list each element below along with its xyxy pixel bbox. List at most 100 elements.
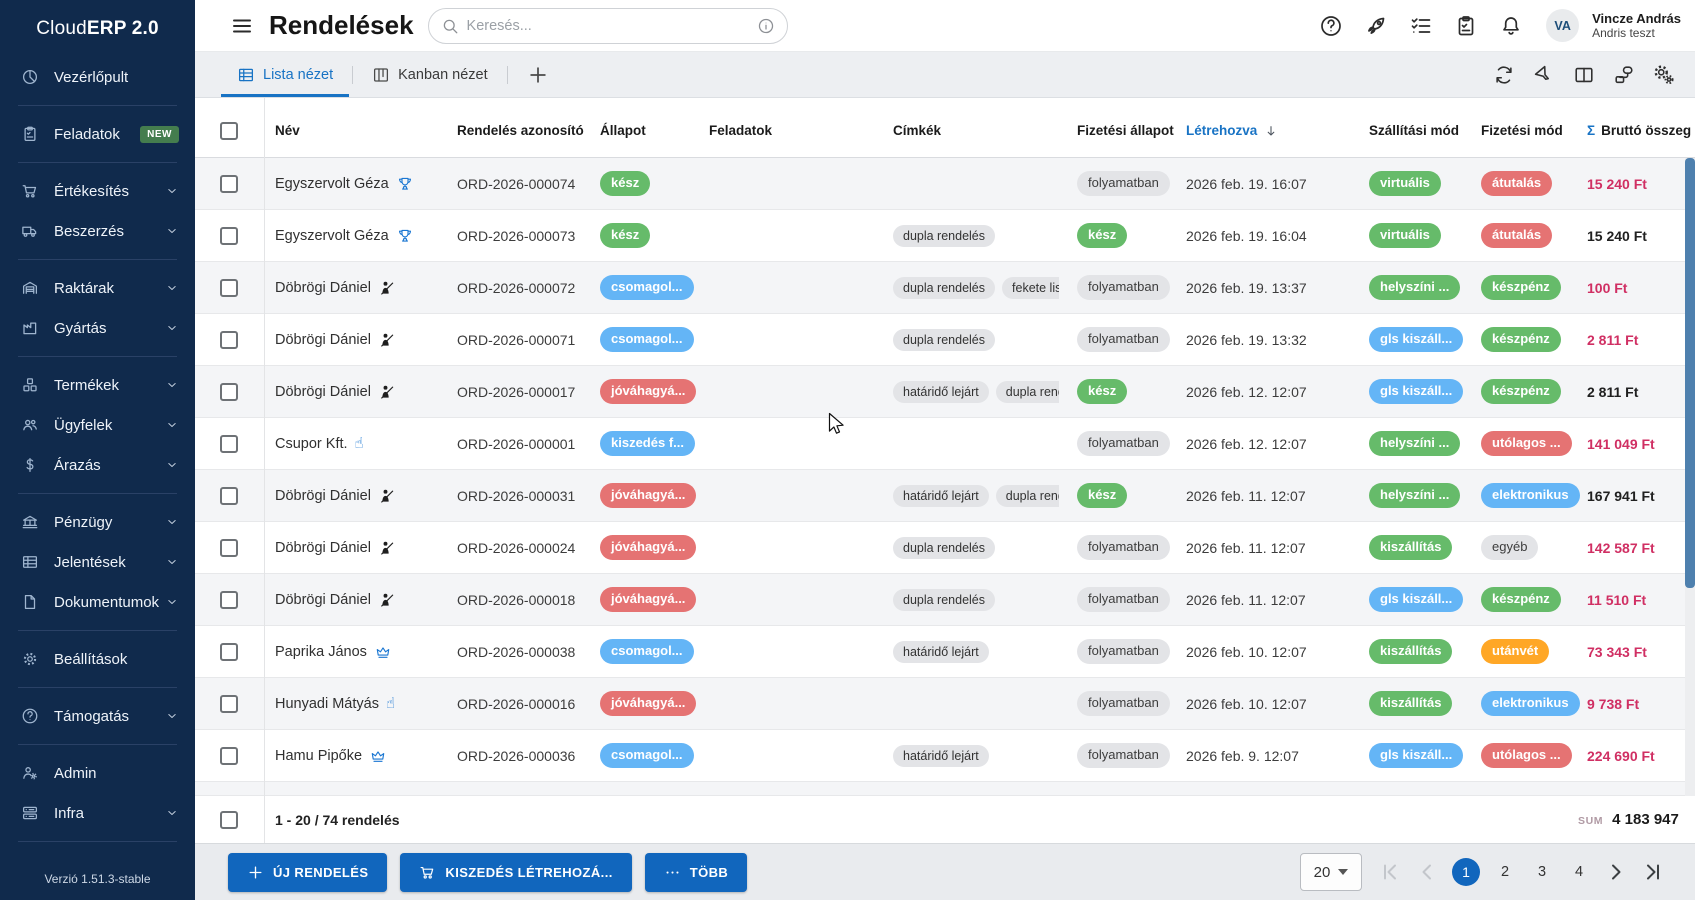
add-view-button[interactable] <box>523 60 553 90</box>
row-checkbox[interactable] <box>220 590 238 609</box>
refresh-icon[interactable] <box>1493 64 1515 86</box>
next-page-icon[interactable] <box>1604 860 1628 884</box>
column-header-fizetesi-mod[interactable]: Fizetési mód <box>1470 123 1576 138</box>
page-button-1[interactable]: 1 <box>1452 858 1480 886</box>
row-checkbox[interactable] <box>220 278 238 297</box>
page-button-4[interactable]: 4 <box>1567 864 1591 880</box>
customer-name: Hamu Pipőke <box>275 747 363 764</box>
sidebar-item-penzugy[interactable]: Pénzügy <box>0 502 195 542</box>
checklist-icon[interactable] <box>1409 14 1433 38</box>
table-row[interactable]: Hunyadi Mátyás ☝ ORD-2026-000016 jóváhagyá.… <box>195 678 1695 730</box>
rocket-icon[interactable] <box>1364 14 1388 38</box>
sidebar-item-termekek[interactable]: Termékek <box>0 365 195 405</box>
create-picking-label: KISZEDÉS LÉTREHOZÁ... <box>445 864 613 880</box>
search-input[interactable] <box>466 17 757 34</box>
help-icon[interactable] <box>1319 14 1343 38</box>
sidebar-item-raktarak[interactable]: Raktárak <box>0 268 195 308</box>
order-id: ORD-2026-000071 <box>457 331 576 348</box>
row-checkbox[interactable] <box>220 330 238 349</box>
column-header-brutto-osszeg[interactable]: Σ Bruttó összeg <box>1576 123 1695 138</box>
page-size-select[interactable]: 20 <box>1300 853 1362 891</box>
column-header-cimkek[interactable]: Címkék <box>882 123 1066 138</box>
row-checkbox[interactable] <box>220 174 238 193</box>
page-button-2[interactable]: 2 <box>1493 864 1517 880</box>
table-row[interactable]: Döbrögi Dániel ORD-2026-000031 jóváhagyá..… <box>195 470 1695 522</box>
sidebar-item-arazas[interactable]: Árazás <box>0 445 195 485</box>
search-box[interactable] <box>427 7 788 44</box>
tasks-cell <box>698 470 882 521</box>
table-row[interactable]: Egyszervolt Géza ORD-2026-000074 kész folya… <box>195 158 1695 210</box>
scrollbar-thumb[interactable] <box>1685 158 1695 588</box>
row-checkbox[interactable] <box>220 434 238 453</box>
sidebar-item-ugyfelek[interactable]: Ügyfelek <box>0 405 195 445</box>
tab-kanban-view[interactable]: Kanban nézet <box>356 52 504 97</box>
table-row[interactable]: Hamu Pipőke ORD-2026-000036 csomagol... hat… <box>195 730 1695 782</box>
table-row[interactable]: Döbrögi Dániel ORD-2026-000072 csomagol...… <box>195 262 1695 314</box>
table-settings-icon[interactable] <box>1653 64 1675 86</box>
table-row[interactable]: Csupor Kft. ☝ ORD-2026-000001 kiszedés f...… <box>195 418 1695 470</box>
row-checkbox[interactable] <box>220 382 238 401</box>
sidebar-divider <box>18 162 177 163</box>
tab-list-view[interactable]: Lista nézet <box>221 52 350 97</box>
row-checkbox[interactable] <box>220 694 238 713</box>
status-cell: csomagol... <box>589 262 698 313</box>
sidebar-divider <box>18 105 177 106</box>
chevron-down-icon <box>165 595 179 609</box>
hamburger-menu-icon[interactable] <box>230 14 254 38</box>
column-header-nev[interactable]: Név <box>264 123 446 138</box>
sum-total: SUM 4 183 947 <box>1578 811 1679 828</box>
column-header-fizetesi-allapot[interactable]: Fizetési állapot <box>1066 123 1175 138</box>
sidebar-item-jelentesek[interactable]: Jelentések <box>0 542 195 582</box>
order-id-cell: ORD-2026-000031 <box>446 470 589 521</box>
chevron-down-icon <box>165 458 179 472</box>
avatar[interactable]: VA <box>1546 9 1580 42</box>
sidebar-item-beallitasok[interactable]: Beállítások <box>0 639 195 679</box>
sidebar-item-gyartas[interactable]: Gyártás <box>0 308 195 348</box>
column-header-rendeles-azonosito[interactable]: Rendelés azonosító <box>446 123 589 138</box>
page-button-3[interactable]: 3 <box>1530 864 1554 880</box>
row-checkbox[interactable] <box>220 746 238 765</box>
sidebar-item-beszerzes[interactable]: Beszerzés <box>0 211 195 251</box>
sidebar-item-label: Infra <box>54 804 85 822</box>
row-checkbox[interactable] <box>220 642 238 661</box>
chevron-down-icon <box>165 806 179 820</box>
column-header-letrehozva[interactable]: Létrehozva <box>1175 123 1358 139</box>
info-icon[interactable] <box>757 17 775 35</box>
sidebar-item-admin[interactable]: Admin <box>0 753 195 793</box>
columns-icon[interactable] <box>1573 64 1595 86</box>
row-checkbox[interactable] <box>220 486 238 505</box>
new-order-button[interactable]: ÚJ RENDELÉS <box>228 852 388 892</box>
table-row[interactable]: Paprika János ORD-2026-000038 csomagol... h… <box>195 626 1695 678</box>
sidebar-item-vezerlopult[interactable]: Vezérlőpult <box>0 57 195 97</box>
create-picking-button[interactable]: KISZEDÉS LÉTREHOZÁ... <box>400 852 632 892</box>
clipboard-icon[interactable] <box>1454 14 1478 38</box>
table-row[interactable]: Döbrögi Dániel ORD-2026-000018 jóváhagyá..… <box>195 574 1695 626</box>
sidebar-item-ertekesites[interactable]: Értékesítés <box>0 171 195 211</box>
sidebar-item-tamogatas[interactable]: Támogatás <box>0 696 195 736</box>
vertical-scrollbar[interactable] <box>1685 158 1695 796</box>
sidebar-item-feladatok[interactable]: Feladatok NEW <box>0 114 195 154</box>
sidebar-item-dokumentumok[interactable]: Dokumentumok <box>0 582 195 622</box>
sidebar-item-infra[interactable]: Infra <box>0 793 195 833</box>
user-info[interactable]: Vincze András Andris teszt <box>1592 11 1681 41</box>
footer-checkbox[interactable] <box>220 810 238 829</box>
prev-page-icon[interactable] <box>1415 860 1439 884</box>
filter-icon[interactable] <box>1533 64 1555 86</box>
more-button[interactable]: TÖBB <box>644 852 748 892</box>
column-header-allapot[interactable]: Állapot <box>589 123 698 138</box>
column-header-szallitasi-mod[interactable]: Szállítási mód <box>1358 123 1470 138</box>
first-page-icon[interactable] <box>1378 860 1402 884</box>
grouping-icon[interactable] <box>1613 64 1635 86</box>
row-checkbox[interactable] <box>220 538 238 557</box>
column-header-feladatok[interactable]: Feladatok <box>698 123 882 138</box>
last-page-icon[interactable] <box>1641 860 1665 884</box>
select-all-checkbox[interactable] <box>220 121 238 140</box>
table-row[interactable]: Egyszervolt Géza ORD-2026-000073 kész dupla… <box>195 210 1695 262</box>
table-row[interactable]: Döbrögi Dániel ORD-2026-000024 jóváhagyá..… <box>195 522 1695 574</box>
table-row[interactable]: Döbrögi Dániel ORD-2026-000017 jóváhagyá..… <box>195 366 1695 418</box>
row-checkbox[interactable] <box>220 226 238 245</box>
table-row[interactable]: Döbrögi Dániel ORD-2026-000071 csomagol...… <box>195 314 1695 366</box>
notifications-bell-icon[interactable] <box>1499 14 1523 38</box>
sidebar-item-label: Árazás <box>54 456 101 474</box>
tag-pill: fekete lista <box>1002 276 1059 299</box>
